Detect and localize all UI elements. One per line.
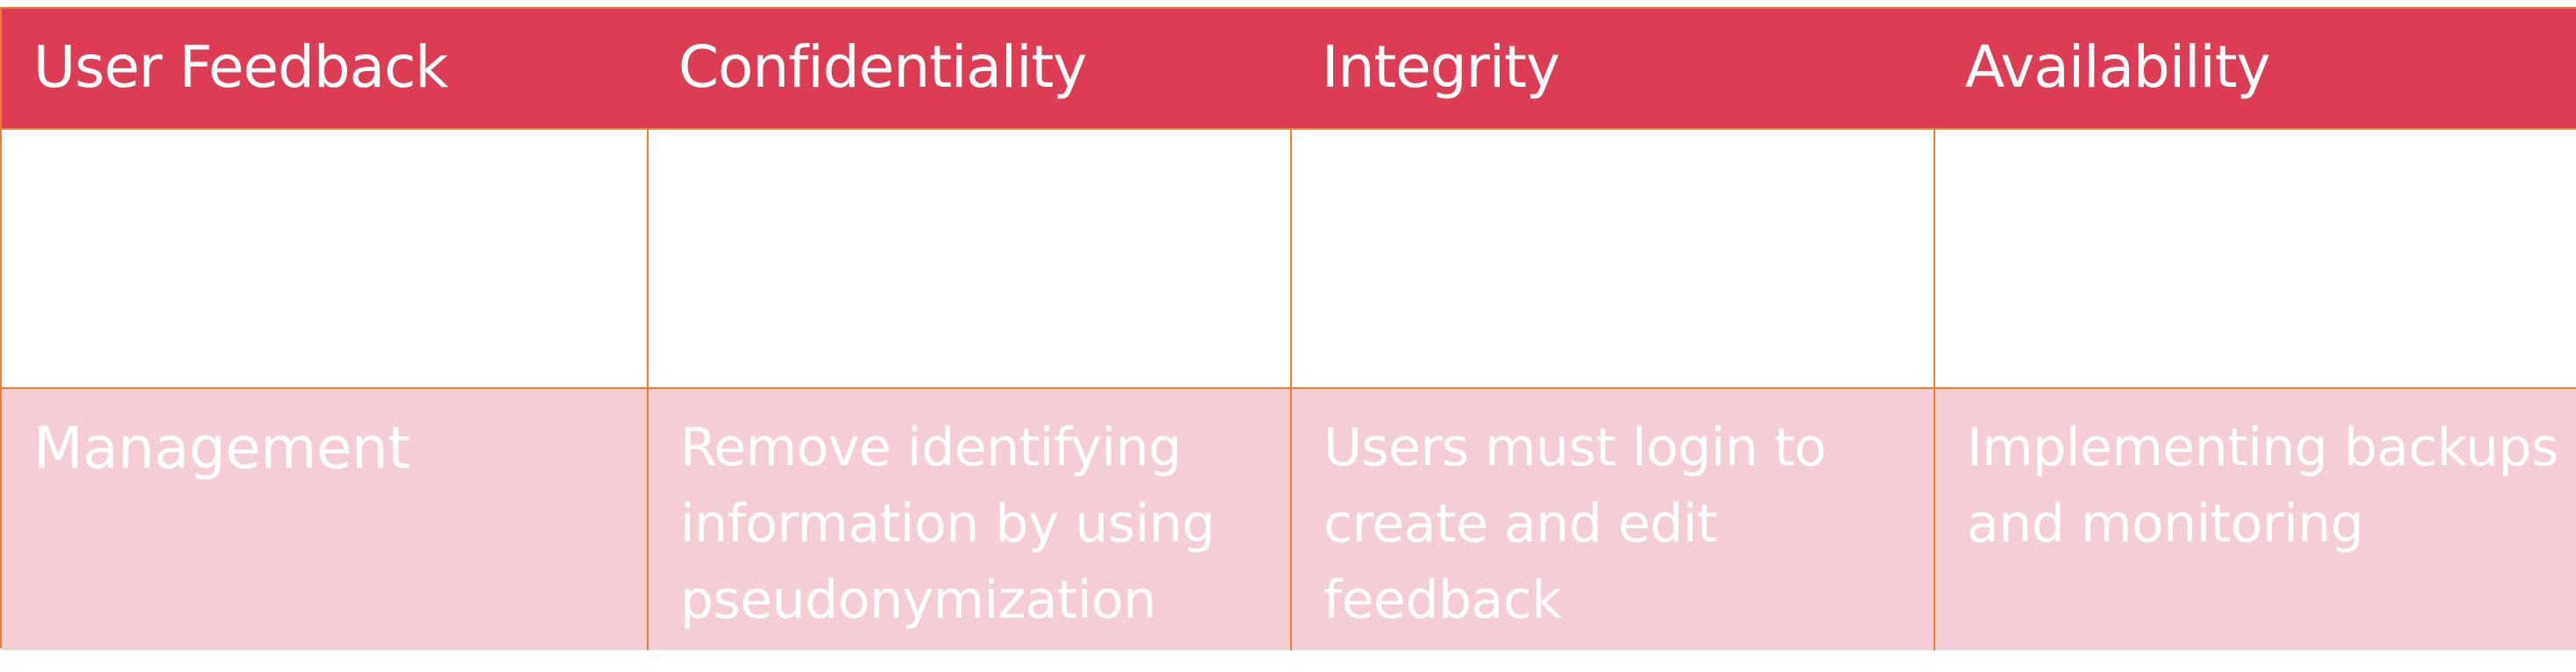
empty-cell <box>647 128 1290 387</box>
empty-cell <box>2 128 647 387</box>
empty-cell <box>1290 128 1934 387</box>
header-user-feedback: User Feedback <box>2 9 647 128</box>
cell-confidentiality: Remove identifying information by using … <box>647 387 1290 650</box>
cell-integrity: Users must login to create and edit feed… <box>1290 387 1934 650</box>
cell-availability: Implementing backups and monitoring <box>1934 387 2576 650</box>
header-confidentiality: Confidentiality <box>647 9 1290 128</box>
empty-cell <box>1934 128 2576 387</box>
row-label-text: Management <box>33 414 410 482</box>
cia-table: User Feedback Confidentiality Integrity … <box>0 7 2576 650</box>
header-integrity: Integrity <box>1290 9 1934 128</box>
row-label-management: Management <box>2 387 647 650</box>
header-availability: Availability <box>1934 9 2576 128</box>
